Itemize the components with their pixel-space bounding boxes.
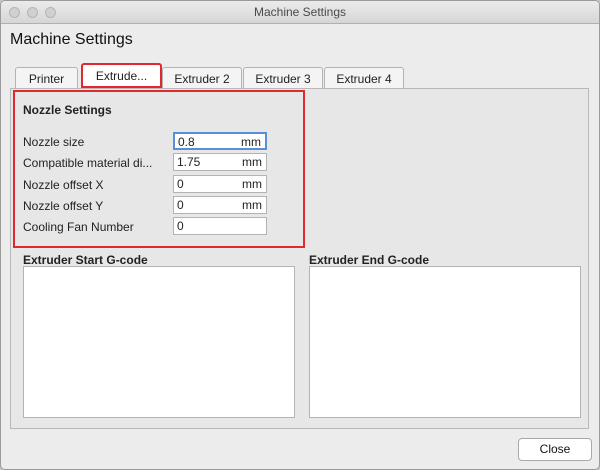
nozzle-settings-title: Nozzle Settings [23,103,112,117]
machine-settings-window: Machine Settings Machine Settings Printe… [0,0,600,470]
tab-extruder-3[interactable]: Extruder 3 [243,67,323,89]
extruder-end-gcode-label: Extruder End G-code [309,253,430,267]
cooling-fan-number-label: Cooling Fan Number [23,220,134,234]
tab-extruder-2[interactable]: Extruder 2 [162,67,242,89]
nozzle-offset-x-unit: mm [242,177,262,191]
nozzle-size-label: Nozzle size [23,135,85,149]
material-diameter-field[interactable]: 1.75 mm [173,153,267,171]
close-button[interactable]: Close [518,438,592,461]
nozzle-size-field[interactable]: 0.8 mm [173,132,267,150]
material-diameter-value: 1.75 [177,155,201,169]
nozzle-offset-y-field[interactable]: 0 mm [173,196,267,214]
extruder-start-gcode-label: Extruder Start G-code [23,253,148,267]
window-title: Machine Settings [253,5,347,19]
cooling-fan-number-value: 0 [177,219,184,233]
material-diameter-label: Compatible material di... [23,156,153,170]
nozzle-offset-x-value: 0 [177,177,184,191]
page-title: Machine Settings [10,31,133,48]
title-bar[interactable]: Machine Settings [1,1,599,24]
tab-printer[interactable]: Printer [15,67,78,89]
nozzle-size-value: 0.8 [178,135,195,149]
tab-extruder-1[interactable]: Extrude... [81,63,162,88]
nozzle-size-unit: mm [241,135,261,149]
nozzle-offset-x-field[interactable]: 0 mm [173,175,267,193]
extruder-end-gcode-textarea[interactable] [309,266,581,418]
material-diameter-unit: mm [242,155,262,169]
nozzle-offset-y-value: 0 [177,198,184,212]
extruder-start-gcode-textarea[interactable] [23,266,295,418]
tab-extruder-4[interactable]: Extruder 4 [324,67,404,89]
nozzle-offset-y-label: Nozzle offset Y [23,199,104,213]
nozzle-offset-x-label: Nozzle offset X [23,178,104,192]
cooling-fan-number-field[interactable]: 0 [173,217,267,235]
nozzle-offset-y-unit: mm [242,198,262,212]
